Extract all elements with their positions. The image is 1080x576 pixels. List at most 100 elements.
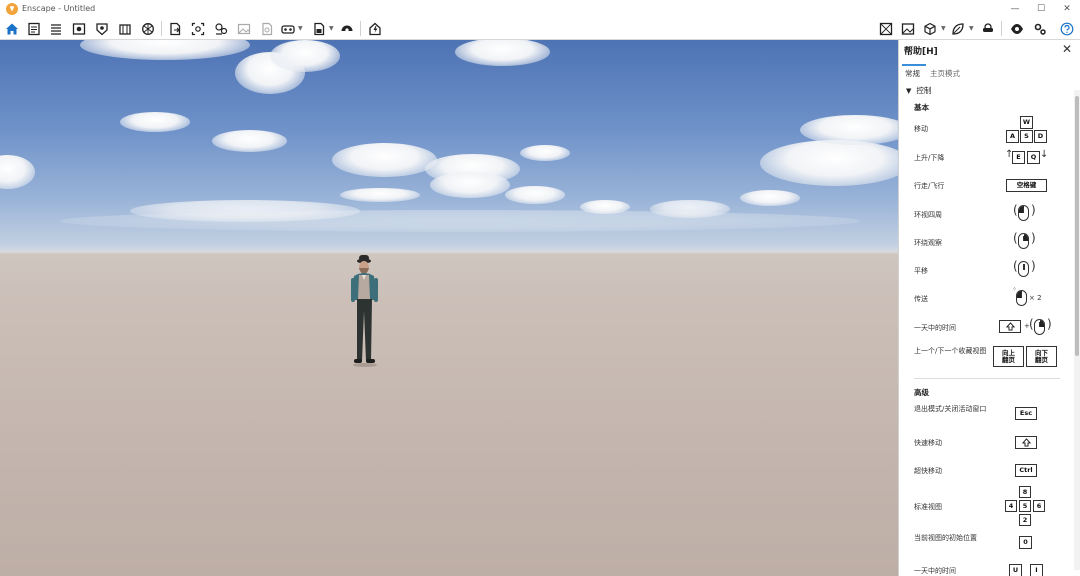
key-d: D [1034, 130, 1047, 143]
visibility-icon[interactable] [1008, 20, 1026, 37]
toolbar-separator [360, 21, 361, 36]
fly-icon[interactable] [899, 20, 917, 37]
views-icon[interactable] [366, 20, 384, 37]
key-shift [999, 320, 1021, 333]
vr-icon[interactable] [279, 20, 297, 37]
cube-icon[interactable] [921, 20, 939, 37]
materials-icon[interactable] [139, 20, 157, 37]
row-label-standard-views: 标准视图 [914, 503, 942, 511]
leaf-icon[interactable] [949, 20, 967, 37]
mouse-middle-button-icon [1018, 261, 1029, 277]
shift-icon [1005, 322, 1015, 331]
section-divider [914, 378, 1060, 379]
help-icon[interactable] [1058, 20, 1076, 37]
key-numpad-6: 6 [1033, 500, 1045, 512]
export-icon[interactable] [166, 20, 184, 37]
key-page-down: 向下 翻页 [1026, 346, 1057, 367]
sync-icon[interactable] [338, 20, 356, 37]
vr-headset-icon[interactable] [979, 20, 997, 37]
key-e: E [1012, 151, 1025, 164]
paren-icon: ( [1029, 317, 1034, 331]
row-label-move: 移动 [914, 125, 928, 133]
key-0: 0 [1019, 536, 1032, 549]
window-controls: — ☐ ✕ [1002, 0, 1080, 17]
key-q: Q [1027, 151, 1040, 164]
home-icon[interactable] [3, 20, 21, 37]
chevron-down-icon[interactable]: ▼ [969, 25, 974, 32]
web-export-icon[interactable] [310, 20, 328, 37]
close-icon[interactable]: ✕ [1062, 42, 1072, 56]
help-panel: 帮助[H] ✕ 常规 主页模式 ▼ 控制 基本 移动 W A S D 上升/下降 … [898, 40, 1080, 576]
row-label-up-down: 上升/下降 [914, 154, 945, 162]
panel-title: 帮助[H] [904, 47, 938, 57]
toolbar-separator [1001, 21, 1002, 36]
close-button[interactable]: ✕ [1054, 0, 1080, 17]
chevron-down-icon[interactable]: ▼ [329, 25, 334, 32]
key-numpad-8: 8 [1019, 486, 1031, 498]
key-u: U [1009, 564, 1022, 576]
key-a: A [1006, 130, 1019, 143]
caret-down-icon: ▼ [906, 87, 912, 95]
paren-icon: ) [1031, 231, 1036, 245]
settings-list-icon[interactable] [47, 20, 65, 37]
key-s: S [1020, 130, 1033, 143]
key-numpad-2: 2 [1019, 514, 1031, 526]
visual-settings-icon[interactable] [70, 20, 88, 37]
panorama-icon[interactable] [258, 20, 276, 37]
panel-scrollbar-thumb[interactable] [1075, 96, 1079, 356]
double-click-label: × 2 [1029, 294, 1042, 302]
chevron-down-icon[interactable]: ▼ [298, 25, 303, 32]
image-icon[interactable] [235, 20, 253, 37]
window-title: Enscape - Untitled [22, 4, 96, 13]
paren-icon: ) [1031, 203, 1036, 217]
row-label-exit-mode: 退出模式/关闭活动窗口 [914, 405, 987, 413]
screenshot-icon[interactable] [189, 20, 207, 37]
app-window: Enscape - Untitled — ☐ ✕ ▼ ▼ ▼ ▼ 帮助[H] ✕… [0, 0, 1080, 576]
mouse-right-button-icon [1034, 319, 1045, 335]
active-tab-indicator [902, 64, 926, 66]
minimize-button[interactable]: — [1002, 0, 1028, 17]
key-ctrl: Ctrl [1015, 464, 1037, 477]
key-esc: Esc [1015, 407, 1037, 420]
walk-icon[interactable] [877, 20, 895, 37]
mouse-left-button-icon [1018, 205, 1029, 221]
row-label-ultra-fast-move: 超快移动 [914, 467, 942, 475]
library-icon[interactable] [116, 20, 134, 37]
arrow-down-icon: ↓ [1040, 149, 1049, 160]
row-label-prev-next-view: 上一个/下一个收藏视图 [914, 347, 987, 355]
help-tabs: 常规 主页模式 [899, 68, 1080, 81]
row-label-look-around: 环视四周 [914, 211, 942, 219]
paren-icon: ) [1031, 259, 1036, 273]
row-label-time-of-day: 一天中的时间 [914, 324, 956, 332]
mouse-right-button-icon [1018, 233, 1029, 249]
video-icon[interactable] [212, 20, 230, 37]
row-label-orbit: 环绕观察 [914, 239, 942, 247]
row-label-teleport: 传送 [914, 295, 928, 303]
group-basic-title: 基本 [914, 103, 929, 112]
key-w: W [1020, 116, 1033, 129]
key-i: I [1030, 564, 1043, 576]
group-advanced-title: 高级 [914, 388, 929, 397]
key-space: 空格键 [1006, 179, 1047, 192]
toolbar: ▼ ▼ ▼ ▼ [0, 17, 1080, 40]
enscape-logo-icon [6, 2, 18, 15]
maximize-button[interactable]: ☐ [1028, 0, 1054, 17]
paren-icon: ( [1013, 231, 1018, 245]
paren-icon: ( [1013, 203, 1018, 217]
key-numpad-4: 4 [1005, 500, 1017, 512]
render-viewport[interactable]: ︿ [0, 40, 898, 576]
document-icon[interactable] [25, 20, 43, 37]
person-figure [351, 255, 378, 367]
chevron-down-icon[interactable]: ▼ [941, 25, 946, 32]
tab-general[interactable]: 常规 [905, 68, 920, 79]
paren-icon: ( [1013, 259, 1018, 273]
tab-home-mode[interactable]: 主页模式 [930, 68, 960, 79]
section-controls[interactable]: ▼ 控制 [906, 85, 931, 96]
gear-icon[interactable] [1031, 20, 1049, 37]
asset-library-icon[interactable] [93, 20, 111, 37]
row-label-time-of-day-advanced: 一天中的时间 [914, 567, 956, 575]
toolbar-separator [161, 21, 162, 36]
row-label-initial-position: 当前视图的初始位置 [914, 534, 977, 542]
title-bar: Enscape - Untitled — ☐ ✕ [0, 0, 1080, 17]
shift-icon [1021, 438, 1031, 447]
